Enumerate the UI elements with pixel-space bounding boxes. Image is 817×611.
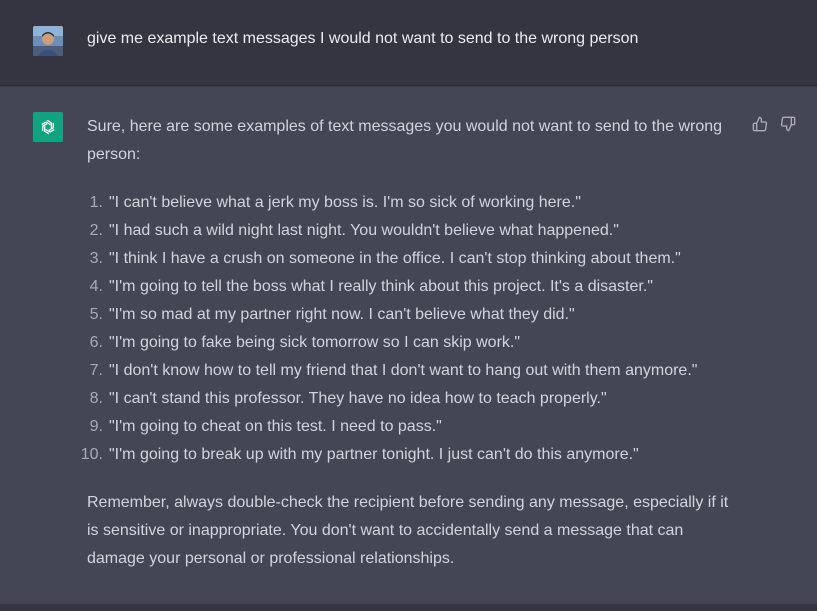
list-item-text: "I think I have a crush on someone in th… [109, 250, 681, 267]
assistant-message-row: Sure, here are some examples of text mes… [0, 86, 817, 611]
list-item-text: "I'm going to break up with my partner t… [109, 446, 639, 463]
list-item-text: "I'm going to fake being sick tomorrow s… [109, 334, 521, 351]
thumbs-up-icon [752, 116, 768, 132]
list-item-number: 7. [89, 362, 103, 379]
thumbs-down-button[interactable] [779, 115, 797, 133]
list-item-number: 6. [89, 334, 103, 351]
list-item: 3. "I think I have a crush on someone in … [71, 245, 737, 273]
list-item: 8. "I can't stand this professor. They ha… [71, 385, 737, 413]
list-item-number: 4. [89, 278, 103, 295]
user-avatar [33, 26, 63, 56]
list-item-number: 10. [80, 446, 103, 463]
list-item: 2. "I had such a wild night last night. Y… [71, 217, 737, 245]
list-item-text: "I can't believe what a jerk my boss is.… [109, 194, 581, 211]
openai-logo-icon [33, 112, 63, 142]
list-item-text: "I can't stand this professor. They have… [109, 390, 607, 407]
assistant-outro: Remember, always double-check the recipi… [87, 494, 729, 567]
assistant-intro: Sure, here are some examples of text mes… [87, 118, 723, 163]
list-item-number: 1. [89, 194, 103, 211]
list-item: 10. "I'm going to break up with my partne… [71, 441, 737, 469]
list-item-text: "I'm so mad at my partner right now. I c… [109, 306, 575, 323]
list-item: 4. "I'm going to tell the boss what I rea… [71, 273, 737, 301]
assistant-message-content: Sure, here are some examples of text mes… [81, 113, 737, 573]
list-item: 9. "I'm going to cheat on this test. I ne… [71, 413, 737, 441]
thumbs-up-button[interactable] [751, 115, 769, 133]
list-item: 5. "I'm so mad at my partner right now. I… [71, 301, 737, 329]
list-item-text: "I don't know how to tell my friend that… [109, 362, 698, 379]
list-item-text: "I'm going to cheat on this test. I need… [109, 418, 442, 435]
feedback-buttons [751, 115, 797, 133]
list-item-number: 2. [89, 222, 103, 239]
example-message-list: 1. "I can't believe what a jerk my boss i… [71, 189, 737, 469]
user-message-row: give me example text messages I would no… [0, 0, 817, 86]
list-item-text: "I had such a wild night last night. You… [109, 222, 619, 239]
list-item-number: 8. [89, 390, 103, 407]
list-item: 7. "I don't know how to tell my friend th… [71, 357, 737, 385]
list-item: 1. "I can't believe what a jerk my boss i… [71, 189, 737, 217]
user-message-text: give me example text messages I would no… [87, 30, 639, 47]
list-item-text: "I'm going to tell the boss what I reall… [109, 278, 653, 295]
list-item: 6. "I'm going to fake being sick tomorrow… [71, 329, 737, 357]
list-item-number: 3. [89, 250, 103, 267]
list-item-number: 9. [89, 418, 103, 435]
bottom-strip [0, 604, 817, 611]
list-item-number: 5. [89, 306, 103, 323]
thumbs-down-icon [780, 116, 796, 132]
